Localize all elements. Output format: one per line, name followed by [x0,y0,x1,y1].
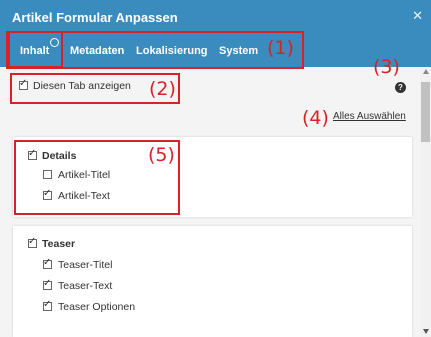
annotation-number-1: (1) [267,37,294,59]
scrollbar-thumb[interactable] [421,82,430,142]
teaser-text-label: Teaser-Text [58,280,113,292]
close-icon[interactable]: ✕ [412,9,423,22]
teaser-titel-label: Teaser-Titel [58,259,113,271]
teaser-titel-checkbox[interactable]: ✓ [43,257,52,269]
check-icon: ✓ [43,278,52,289]
help-icon[interactable]: ? [395,82,406,93]
annotation-number-3: (3) [373,56,400,78]
teaser-group-label: Teaser [42,238,76,250]
check-icon: ✓ [43,299,52,310]
scroll-up-icon[interactable] [423,69,429,74]
scroll-down-icon[interactable] [423,329,429,334]
annotation-box-inhalt [8,31,63,68]
annotation-number-2: (2) [149,78,176,100]
annotation-number-4: (4) [302,107,329,129]
select-all-link[interactable]: Alles Auswählen [333,111,406,122]
teaser-checkbox[interactable]: ✓ [28,236,37,248]
dialog-titlebar: Artikel Formular Anpassen ✕ [0,0,431,35]
teaser-optionen-checkbox[interactable]: ✓ [43,299,52,311]
teaser-optionen-label: Teaser Optionen [58,301,136,313]
check-icon: ✓ [28,236,37,247]
teaser-text-checkbox[interactable]: ✓ [43,278,52,290]
dialog-title: Artikel Formular Anpassen [12,10,178,25]
check-icon: ✓ [43,257,52,268]
annotation-number-5: (5) [148,144,175,166]
